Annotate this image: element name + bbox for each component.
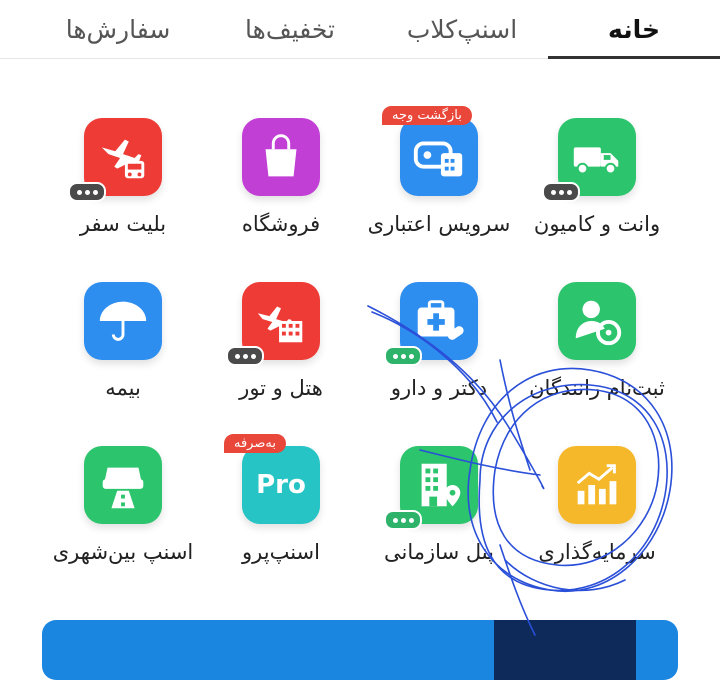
service-label: اسنپ‌پرو xyxy=(242,540,320,564)
service-snapp-pro[interactable]: Pro به‌صرفه اسنپ‌پرو xyxy=(196,428,366,578)
tab-discounts[interactable]: تخفیف‌ها xyxy=(204,0,376,58)
chart-up-icon xyxy=(558,446,636,524)
service-intercity[interactable]: اسنپ بین‌شهری xyxy=(38,428,208,578)
shopping-bag-icon xyxy=(242,118,320,196)
more-indicator xyxy=(384,346,422,366)
service-hotel[interactable]: هتل و تور xyxy=(196,264,366,414)
value-badge: به‌صرفه xyxy=(224,434,286,453)
tab-home[interactable]: خانه xyxy=(548,0,720,59)
car-road-icon xyxy=(84,446,162,524)
service-label: بلیت سفر xyxy=(79,212,167,236)
service-org-panel[interactable]: پنل سازمانی xyxy=(354,428,524,578)
service-ticket[interactable]: بلیت سفر xyxy=(38,100,208,250)
service-label: سرویس اعتباری xyxy=(367,212,511,236)
service-label: پنل سازمانی xyxy=(384,540,494,564)
cashback-badge: بازگشت وجه xyxy=(382,106,472,125)
service-shop[interactable]: فروشگاه xyxy=(196,100,366,250)
service-driver-signup[interactable]: ثبت‌نام رانندگان xyxy=(512,264,682,414)
service-label: بیمه xyxy=(105,376,141,400)
service-label: وانت و کامیون xyxy=(533,212,661,236)
top-tabs: خانه اسنپ‌کلاب تخفیف‌ها سفارش‌ها xyxy=(0,0,720,59)
promo-banner[interactable] xyxy=(42,620,678,680)
wallet-icon xyxy=(400,118,478,196)
banner-dark-block xyxy=(494,620,636,680)
tab-orders[interactable]: سفارش‌ها xyxy=(32,0,204,58)
more-indicator xyxy=(542,182,580,202)
driver-icon xyxy=(558,282,636,360)
service-credit[interactable]: بازگشت وجه سرویس اعتباری xyxy=(354,100,524,250)
service-label: ثبت‌نام رانندگان xyxy=(529,376,665,400)
service-investment[interactable]: سرمایه‌گذاری xyxy=(512,428,682,578)
service-label: فروشگاه xyxy=(241,212,321,236)
umbrella-icon xyxy=(84,282,162,360)
tab-snapp-club[interactable]: اسنپ‌کلاب xyxy=(376,0,548,58)
service-label: اسنپ بین‌شهری xyxy=(52,540,194,564)
service-insurance[interactable]: بیمه xyxy=(38,264,208,414)
more-indicator xyxy=(68,182,106,202)
more-indicator xyxy=(226,346,264,366)
pro-text: Pro xyxy=(256,470,306,500)
more-indicator xyxy=(384,510,422,530)
service-label: سرمایه‌گذاری xyxy=(538,540,656,564)
pro-icon: Pro xyxy=(242,446,320,524)
service-doctor[interactable]: دکتر و دارو xyxy=(354,264,524,414)
service-truck[interactable]: وانت و کامیون xyxy=(512,100,682,250)
service-label: دکتر و دارو xyxy=(390,376,488,400)
service-label: هتل و تور xyxy=(239,376,323,400)
